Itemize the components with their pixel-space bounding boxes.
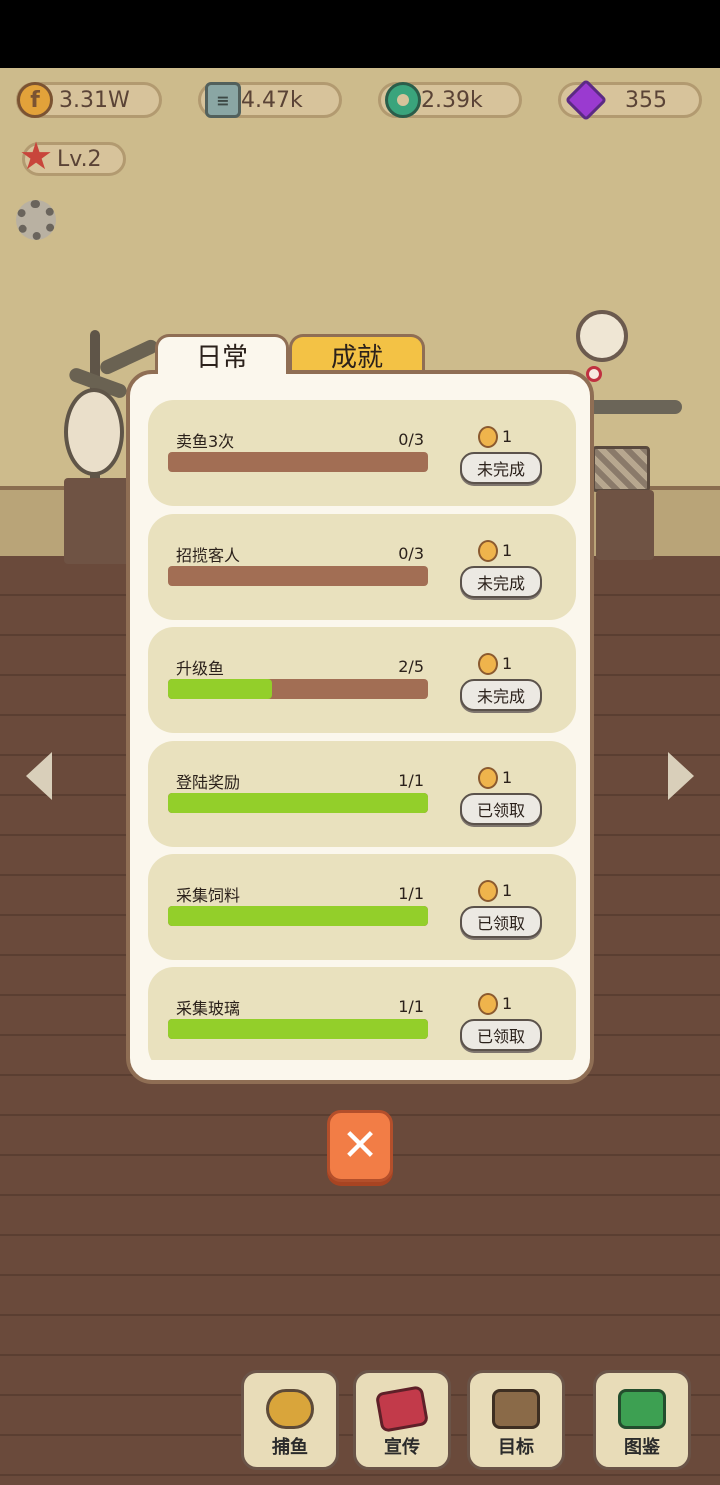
task-progress: 1/1 (398, 884, 424, 903)
ring-counter[interactable]: 2.39k (378, 82, 522, 118)
task-list[interactable]: 卖鱼3次 0/3 1 未完成 招揽客人 0/3 1 未完成 升级鱼 2/5 1 … (148, 400, 576, 1060)
nav-fishing-button[interactable]: 捕鱼 (241, 1370, 339, 1470)
level-badge[interactable]: ★ Lv.2 (19, 135, 126, 177)
task-progress: 2/5 (398, 657, 424, 676)
progress-fill (168, 793, 428, 813)
task-row: 采集饲料 1/1 1 已领取 (148, 854, 576, 960)
coin-icon (478, 993, 498, 1015)
progress-fill (168, 906, 428, 926)
glass-rack (592, 446, 650, 492)
task-status-button[interactable]: 未完成 (460, 452, 542, 484)
arrow-right-icon[interactable] (668, 752, 694, 800)
nav-target-button[interactable]: 目标 (467, 1370, 565, 1470)
progress-fill (168, 1019, 428, 1039)
arrow-left-icon[interactable] (26, 752, 52, 800)
cat-clock-decoration (576, 310, 628, 362)
tab-daily[interactable]: 日常 (155, 334, 289, 374)
coin-icon (478, 653, 498, 675)
task-name: 登陆奖励 (176, 773, 241, 792)
progress-bar (168, 452, 428, 472)
target-icon (492, 1389, 540, 1429)
status-bar (0, 0, 720, 68)
task-row: 招揽客人 0/3 1 未完成 (148, 514, 576, 620)
progress-fill (168, 679, 272, 699)
tab-achievements[interactable]: 成就 (289, 334, 425, 374)
task-progress: 1/1 (398, 997, 424, 1016)
coin-icon: f (17, 82, 53, 118)
progress-bar (168, 1019, 428, 1039)
task-row: 登陆奖励 1/1 1 已领取 (148, 741, 576, 847)
nav-label: 目标 (498, 1437, 534, 1458)
task-reward: 1 (502, 994, 513, 1013)
nav-label: 宣传 (384, 1437, 420, 1458)
task-status-button[interactable]: 已领取 (460, 793, 542, 825)
progress-bar (168, 906, 428, 926)
task-name: 招揽客人 (176, 546, 241, 565)
progress-bar (168, 793, 428, 813)
coin-icon (478, 426, 498, 448)
close-button[interactable]: ✕ (327, 1110, 393, 1182)
task-row: 升级鱼 2/5 1 未完成 (148, 627, 576, 733)
task-reward: 1 (502, 427, 513, 446)
task-name: 采集饲料 (176, 886, 241, 905)
fish-sign-decoration (64, 388, 124, 476)
fish-book-icon (618, 1389, 666, 1429)
progress-bar (168, 566, 428, 586)
book-icon: ≡ (205, 82, 241, 118)
ring-icon (385, 82, 421, 118)
star-icon: ★ (18, 134, 54, 178)
nav-collection-button[interactable]: 图鉴 (593, 1370, 691, 1470)
task-progress: 1/1 (398, 771, 424, 790)
stand-left (64, 478, 134, 564)
stand-right (596, 490, 654, 560)
submarine-icon (266, 1389, 314, 1429)
settings-gear-icon[interactable] (16, 200, 56, 240)
coin-icon (478, 880, 498, 902)
book-counter[interactable]: ≡ 4.47k (198, 82, 342, 118)
nav-label: 图鉴 (624, 1437, 660, 1458)
task-reward: 1 (502, 541, 513, 560)
task-reward: 1 (502, 654, 513, 673)
gem-counter[interactable]: 355 (558, 78, 702, 122)
task-progress: 0/3 (398, 544, 424, 563)
task-status-button[interactable]: 已领取 (460, 1019, 542, 1051)
task-status-button[interactable]: 未完成 (460, 679, 542, 711)
task-name: 卖鱼3次 (176, 432, 235, 451)
task-name: 升级鱼 (176, 659, 225, 678)
coin-counter[interactable]: f 3.31W (16, 82, 162, 118)
task-reward: 1 (502, 881, 513, 900)
close-icon: ✕ (341, 1120, 379, 1171)
task-progress: 0/3 (398, 430, 424, 449)
task-status-button[interactable]: 未完成 (460, 566, 542, 598)
nav-label: 捕鱼 (272, 1437, 308, 1458)
task-name: 采集玻璃 (176, 999, 241, 1018)
coin-icon (478, 767, 498, 789)
progress-bar (168, 679, 428, 699)
coin-icon (478, 540, 498, 562)
promo-icon (374, 1385, 430, 1433)
task-row: 采集玻璃 1/1 1 已领取 (148, 967, 576, 1060)
task-status-button[interactable]: 已领取 (460, 906, 542, 938)
task-reward: 1 (502, 768, 513, 787)
task-row: 卖鱼3次 0/3 1 未完成 (148, 400, 576, 506)
nav-promo-button[interactable]: 宣传 (353, 1370, 451, 1470)
gem-icon (564, 78, 608, 122)
